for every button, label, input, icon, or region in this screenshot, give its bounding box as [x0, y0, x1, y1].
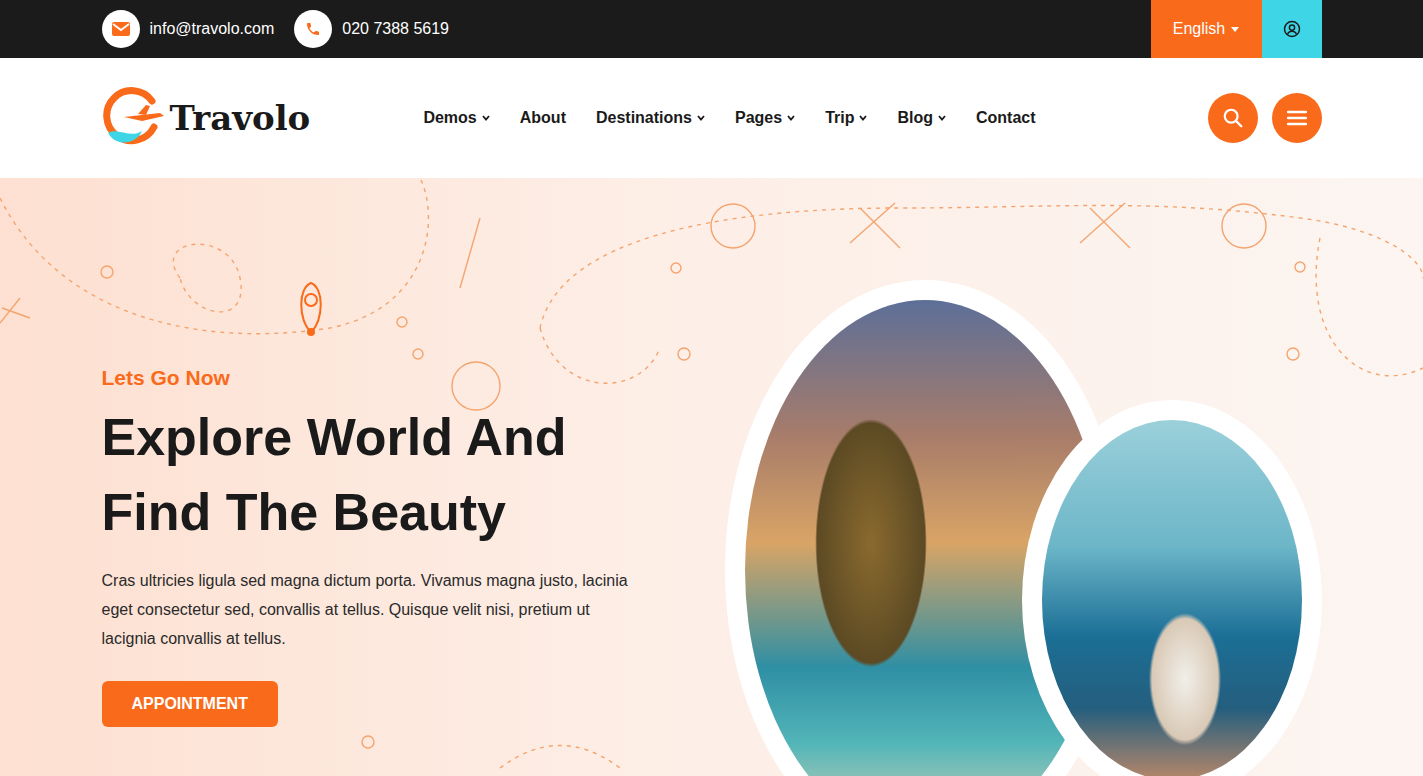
chevron-down-icon: [938, 115, 946, 121]
hero-title: Explore World AndFind The Beauty: [102, 400, 725, 550]
hero-title-line: Explore World And: [102, 400, 725, 475]
search-icon: [1222, 107, 1244, 129]
nav-item[interactable]: Trip: [825, 109, 867, 127]
nav-item[interactable]: Demos: [423, 109, 489, 127]
hero-eyebrow: Lets Go Now: [102, 366, 725, 390]
traveler-photo: [1022, 400, 1322, 776]
caret-down-icon: [1231, 27, 1239, 32]
chevron-down-icon: [697, 115, 705, 121]
account-button[interactable]: [1262, 0, 1322, 58]
email-link[interactable]: info@travolo.com: [102, 10, 275, 48]
header-buttons: [1208, 93, 1322, 143]
hero: Lets Go Now Explore World AndFind The Bea…: [0, 178, 1423, 776]
nav-label: Demos: [423, 109, 476, 127]
hero-content: Lets Go Now Explore World AndFind The Bea…: [102, 178, 725, 776]
nav-label: Contact: [976, 109, 1036, 127]
language-selector[interactable]: English: [1151, 0, 1262, 58]
hero-description: Cras ultricies ligula sed magna dictum p…: [102, 566, 642, 653]
email-icon: [102, 10, 140, 48]
language-label: English: [1173, 20, 1225, 38]
top-bar: info@travolo.com 020 7388 5619 English: [0, 0, 1423, 58]
user-icon: [1283, 20, 1301, 38]
nav-item[interactable]: Blog: [897, 109, 946, 127]
chevron-down-icon: [859, 115, 867, 121]
envelope-icon: [112, 22, 130, 36]
chevron-down-icon: [787, 115, 795, 121]
logo-text: Travolo: [170, 98, 311, 138]
page: info@travolo.com 020 7388 5619 English Trav…: [0, 0, 1423, 776]
phone-text: 020 7388 5619: [342, 20, 449, 38]
nav-item[interactable]: Pages: [735, 109, 795, 127]
nav-item[interactable]: Contact: [976, 109, 1036, 127]
traveler-image: [1042, 420, 1302, 776]
nav-label: About: [520, 109, 566, 127]
hamburger-icon: [1287, 110, 1307, 126]
menu-button[interactable]: [1272, 93, 1322, 143]
email-text: info@travolo.com: [150, 20, 275, 38]
contact-info: info@travolo.com 020 7388 5619: [102, 0, 450, 58]
top-actions: English: [1151, 0, 1322, 58]
search-button[interactable]: [1208, 93, 1258, 143]
nav-item[interactable]: Destinations: [596, 109, 705, 127]
main-nav: Demos About Destinations Pages Trip Blog Conta…: [322, 109, 1208, 127]
chevron-down-icon: [482, 115, 490, 121]
hero-images: [725, 178, 1322, 776]
nav-item[interactable]: About: [520, 109, 566, 127]
appointment-button[interactable]: APPOINTMENT: [102, 681, 278, 727]
phone-link[interactable]: 020 7388 5619: [294, 10, 449, 48]
logo-plane-icon: [102, 87, 166, 149]
nav-label: Blog: [897, 109, 933, 127]
nav-label: Destinations: [596, 109, 692, 127]
handset-icon: [305, 21, 321, 37]
phone-icon: [294, 10, 332, 48]
nav-label: Trip: [825, 109, 854, 127]
nav-label: Pages: [735, 109, 782, 127]
header: Travolo Demos About Destinations Pages Trip Bl…: [0, 58, 1423, 178]
hero-title-line: Find The Beauty: [102, 475, 725, 550]
logo[interactable]: Travolo: [102, 87, 322, 149]
